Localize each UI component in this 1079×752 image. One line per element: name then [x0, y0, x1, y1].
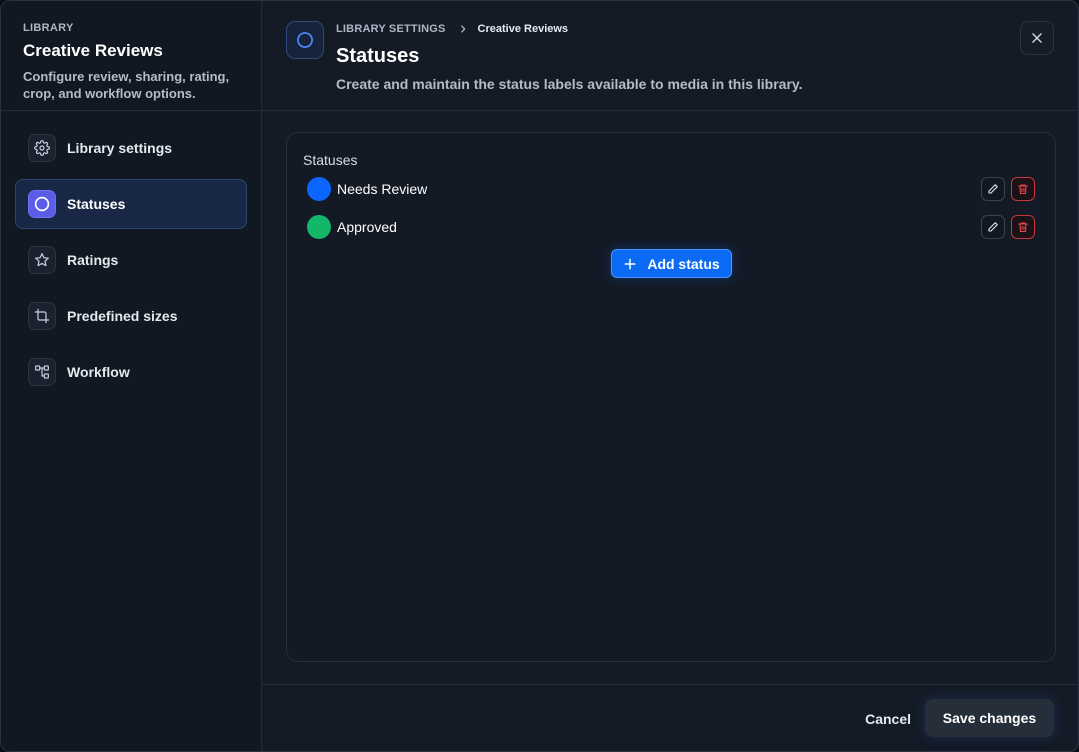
library-settings-modal: LIBRARY Creative Reviews Configure revie…: [0, 0, 1079, 752]
sidebar-item-statuses[interactable]: Statuses: [15, 179, 247, 229]
status-name: Needs Review: [337, 181, 428, 197]
star-icon: [28, 246, 56, 274]
sidebar-eyebrow: LIBRARY: [23, 22, 74, 34]
page-subtitle: Create and maintain the status labels av…: [336, 76, 803, 92]
edit-status-button[interactable]: [981, 215, 1005, 239]
sidebar: LIBRARY Creative Reviews Configure revie…: [1, 1, 262, 751]
gear-icon: [28, 134, 56, 162]
pencil-icon: [987, 183, 999, 195]
close-button[interactable]: [1020, 21, 1054, 55]
trash-icon: [1017, 183, 1029, 195]
crop-icon: [28, 302, 56, 330]
settings-nav: Library settings Statuses Ratings Predef…: [1, 111, 261, 415]
breadcrumb: LIBRARY SETTINGS Creative Reviews: [336, 23, 568, 35]
modal-footer: Cancel Save changes: [262, 684, 1078, 751]
sidebar-item-predefined-sizes[interactable]: Predefined sizes: [15, 291, 247, 341]
workflow-icon: [28, 358, 56, 386]
main-content: LIBRARY SETTINGS Creative Reviews Status…: [262, 1, 1078, 751]
trash-icon: [1017, 221, 1029, 233]
circle-icon: [286, 21, 324, 59]
status-row-needs-review: Needs Review: [307, 175, 1035, 203]
status-color-dot: [307, 177, 331, 201]
statuses-panel: Statuses Needs Review Approved Add statu…: [286, 132, 1056, 662]
add-status-button[interactable]: Add status: [611, 249, 732, 278]
edit-status-button[interactable]: [981, 177, 1005, 201]
sidebar-item-workflow[interactable]: Workflow: [15, 347, 247, 397]
plus-icon: [623, 257, 647, 271]
library-name: Creative Reviews: [23, 41, 163, 60]
sidebar-item-label: Library settings: [67, 140, 173, 156]
chevron-right-icon: [458, 24, 468, 34]
row-actions: [981, 215, 1035, 239]
cancel-button[interactable]: Cancel: [865, 704, 911, 734]
delete-status-button[interactable]: [1011, 215, 1035, 239]
status-name: Approved: [337, 219, 397, 235]
sidebar-item-ratings[interactable]: Ratings: [15, 235, 247, 285]
sidebar-item-label: Statuses: [67, 196, 126, 212]
status-row-approved: Approved: [307, 213, 1035, 241]
row-actions: [981, 177, 1035, 201]
status-color-dot: [307, 215, 331, 239]
breadcrumb-item-library-settings[interactable]: LIBRARY SETTINGS: [336, 23, 446, 35]
pencil-icon: [987, 221, 999, 233]
sidebar-item-label: Predefined sizes: [67, 308, 178, 324]
panel-title: Statuses: [303, 152, 358, 168]
close-icon: [1030, 31, 1044, 45]
sidebar-header: LIBRARY Creative Reviews Configure revie…: [1, 1, 261, 111]
sidebar-item-label: Ratings: [67, 252, 119, 268]
breadcrumb-item-current: Creative Reviews: [477, 23, 569, 35]
sidebar-item-library-settings[interactable]: Library settings: [15, 123, 247, 173]
circle-icon: [28, 190, 56, 218]
page-title: Statuses: [336, 45, 420, 67]
sidebar-item-label: Workflow: [67, 364, 130, 380]
library-description: Configure review, sharing, rating, crop,…: [23, 69, 230, 101]
delete-status-button[interactable]: [1011, 177, 1035, 201]
save-changes-button[interactable]: Save changes: [925, 699, 1054, 737]
page-header: LIBRARY SETTINGS Creative Reviews Status…: [262, 1, 1078, 111]
add-status-label: Add status: [647, 255, 720, 272]
